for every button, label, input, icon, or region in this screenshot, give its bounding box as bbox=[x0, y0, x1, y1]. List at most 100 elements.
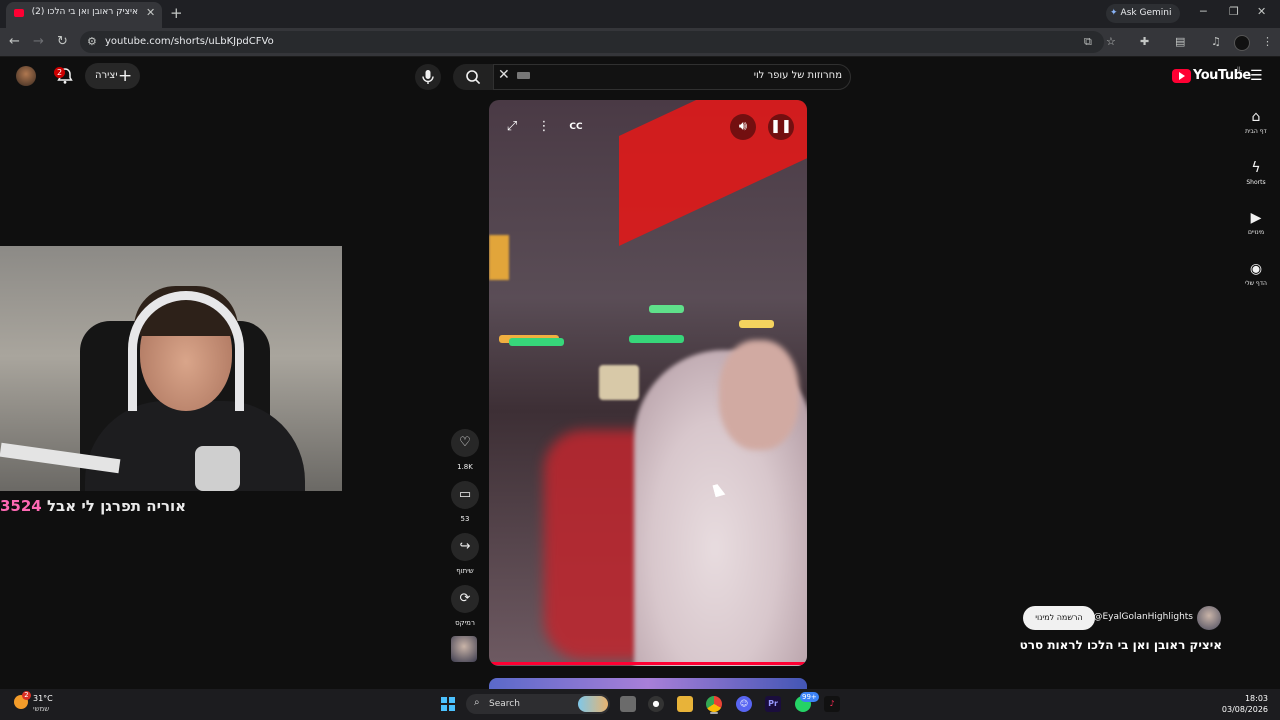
share-button[interactable]: ↪ שיתוף bbox=[451, 533, 479, 575]
video-light bbox=[509, 338, 564, 346]
youtube-favicon-icon bbox=[14, 9, 24, 17]
minimize-icon[interactable]: ─ bbox=[1200, 5, 1207, 18]
microphone-icon bbox=[422, 70, 434, 84]
github-icon[interactable]: ● bbox=[648, 696, 664, 712]
volume-icon[interactable]: 🔊︎ bbox=[730, 114, 756, 140]
shorts-icon: ϟ bbox=[1251, 160, 1261, 176]
new-tab-button[interactable]: + bbox=[170, 4, 183, 22]
restore-icon[interactable]: ❐ bbox=[1229, 5, 1239, 18]
nav-item-home[interactable]: ⌂ דף הבית bbox=[1238, 109, 1274, 135]
browser-menu-icon[interactable]: ⋮ bbox=[1262, 35, 1273, 48]
you-icon: ◉ bbox=[1249, 261, 1263, 277]
window-close-icon[interactable]: ✕ bbox=[1257, 5, 1266, 18]
temperature[interactable]: 31°C bbox=[33, 694, 53, 703]
clear-search-icon[interactable]: ✕ bbox=[498, 67, 510, 83]
site-info-icon[interactable]: ⚙ bbox=[87, 35, 97, 48]
file-explorer-icon[interactable] bbox=[677, 696, 693, 712]
comment-count: 53 bbox=[460, 515, 470, 523]
remix-icon: ⟳ bbox=[451, 585, 479, 613]
video-sign bbox=[489, 235, 509, 280]
install-app-icon[interactable]: ⧉ bbox=[1084, 35, 1092, 49]
search-query-text[interactable]: מחרוזות של עופר לוי bbox=[540, 70, 842, 81]
forward-arrow-icon[interactable]: → bbox=[33, 34, 44, 49]
search-button[interactable] bbox=[453, 64, 493, 90]
fullscreen-icon[interactable]: ⤢ bbox=[499, 114, 525, 140]
nav-label-home: דף הבית bbox=[1245, 128, 1267, 135]
whatsapp-badge: 99+ bbox=[800, 692, 819, 702]
task-view-icon[interactable] bbox=[620, 696, 636, 712]
remix-button[interactable]: ⟳ רמיקס bbox=[451, 585, 479, 627]
comments-button[interactable]: ▭ 53 bbox=[451, 481, 479, 523]
windows-taskbar bbox=[0, 689, 1280, 720]
tiktok-icon[interactable]: ♪ bbox=[824, 696, 840, 712]
create-button[interactable]: יצירה + bbox=[85, 63, 140, 89]
headphones bbox=[128, 291, 244, 411]
guide-menu-icon[interactable]: ☰ bbox=[1250, 68, 1263, 84]
bookmark-star-icon[interactable]: ☆ bbox=[1106, 35, 1116, 48]
premiere-pro-icon[interactable]: Pr bbox=[765, 696, 781, 712]
plus-icon: + bbox=[118, 66, 133, 86]
nav-label-you: הדף שלי bbox=[1245, 280, 1267, 287]
chrome-active-indicator bbox=[710, 712, 718, 714]
captions-icon[interactable]: CC bbox=[563, 114, 589, 140]
pause-icon[interactable]: ❚❚ bbox=[768, 114, 794, 140]
account-avatar[interactable] bbox=[16, 66, 36, 86]
nav-label-subscriptions: מינויים bbox=[1247, 229, 1265, 236]
create-label: יצירה bbox=[95, 70, 118, 81]
short-title[interactable]: איציק ראובן ואן בי הלכו לראות סרט bbox=[960, 638, 1222, 652]
search-icon bbox=[466, 70, 481, 85]
share-label: שיתוף bbox=[456, 567, 474, 575]
shorts-video-player[interactable]: ⤢ ⋮ CC 🔊︎ ❚❚ bbox=[489, 100, 807, 666]
like-count: 1.8K bbox=[457, 463, 473, 471]
keyboard-icon[interactable] bbox=[517, 72, 530, 79]
side-panel-icon[interactable]: ▤ bbox=[1175, 35, 1185, 48]
media-controls-icon[interactable]: ♫ bbox=[1211, 35, 1221, 48]
like-button[interactable]: ♡ 1.8K bbox=[451, 429, 479, 471]
tab-close-icon[interactable]: ✕ bbox=[146, 6, 155, 19]
windows-start-icon[interactable] bbox=[441, 697, 455, 711]
video-progress-bar[interactable] bbox=[489, 662, 807, 665]
reload-icon[interactable]: ↻ bbox=[57, 34, 68, 49]
back-arrow-icon[interactable]: ← bbox=[9, 34, 20, 49]
nav-label-shorts: Shorts bbox=[1246, 179, 1266, 186]
subscribe-button[interactable]: הרשמה למינוי bbox=[1023, 606, 1095, 630]
weather-badge: 2 bbox=[22, 691, 31, 700]
video-light bbox=[739, 320, 774, 328]
subscriptions-icon: ▶ bbox=[1250, 210, 1262, 226]
ask-gemini-button[interactable]: ✦ Ask Gemini bbox=[1106, 4, 1180, 23]
clock-date[interactable]: 03/08/2026 bbox=[1208, 705, 1268, 714]
donation-text: אוריה תפרגן לי אבל bbox=[46, 497, 187, 515]
channel-handle[interactable]: @EyalGolanHighlights bbox=[1090, 612, 1193, 622]
video-light bbox=[629, 335, 684, 343]
donation-alert: 3524 אוריה תפרגן לי אבל bbox=[0, 497, 186, 515]
video-sign bbox=[599, 365, 639, 400]
channel-avatar[interactable] bbox=[1197, 606, 1221, 630]
chrome-icon[interactable] bbox=[706, 696, 722, 712]
discord-icon[interactable]: ☺ bbox=[736, 696, 752, 712]
video-light bbox=[649, 305, 684, 313]
browser-tab-strip bbox=[0, 0, 1280, 28]
video-person-head bbox=[719, 340, 799, 450]
url-text[interactable]: youtube.com/shorts/uLbKJpdCFVo bbox=[105, 36, 274, 47]
clock-time[interactable]: 18:03 bbox=[1208, 694, 1268, 703]
donation-number: 3524 bbox=[0, 497, 42, 515]
comment-icon: ▭ bbox=[451, 481, 479, 509]
profile-avatar[interactable] bbox=[1234, 35, 1250, 51]
home-icon: ⌂ bbox=[1251, 109, 1261, 125]
extensions-icon[interactable]: ✚ bbox=[1140, 35, 1149, 48]
voice-search-button[interactable] bbox=[415, 64, 441, 90]
youtube-play-icon bbox=[1179, 72, 1185, 80]
taskbar-search-icon: ⌕ bbox=[474, 697, 480, 708]
nav-item-shorts[interactable]: ϟ Shorts bbox=[1238, 160, 1274, 186]
remix-label: רמיקס bbox=[455, 619, 475, 627]
sound-avatar[interactable] bbox=[451, 636, 477, 662]
notification-count-badge: 2 bbox=[54, 67, 65, 78]
share-icon: ↪ bbox=[451, 533, 479, 561]
country-code: IL bbox=[1237, 66, 1243, 73]
more-options-icon[interactable]: ⋮ bbox=[531, 114, 557, 140]
heart-icon: ♡ bbox=[451, 429, 479, 457]
nav-item-you[interactable]: ◉ הדף שלי bbox=[1238, 261, 1274, 287]
weather-description[interactable]: שמשי bbox=[33, 705, 49, 713]
nav-item-subscriptions[interactable]: ▶ מינויים bbox=[1238, 210, 1274, 236]
taskbar-search-label: Search bbox=[489, 699, 520, 709]
